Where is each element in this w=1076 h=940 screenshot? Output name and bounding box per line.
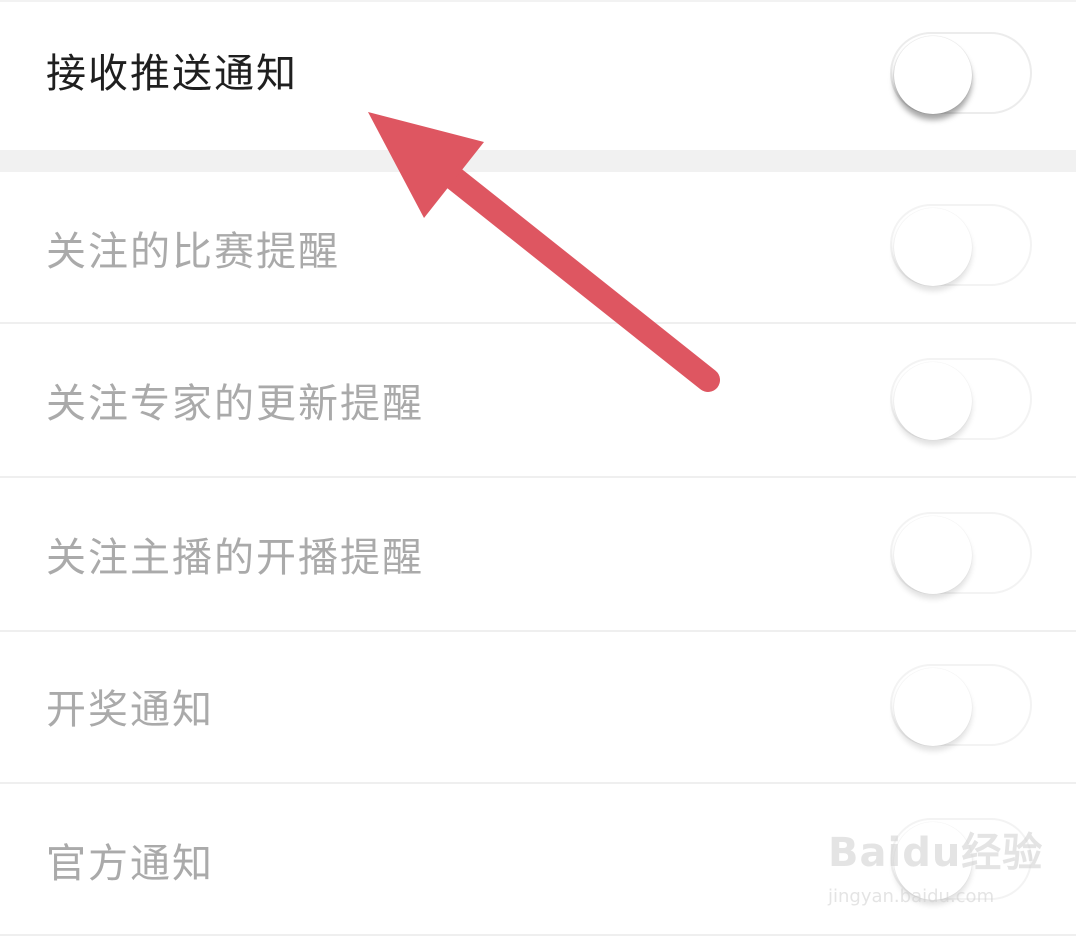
lottery-notification-toggle[interactable] <box>890 664 1032 746</box>
section-separator <box>0 150 1076 172</box>
receive-push-toggle[interactable] <box>890 32 1032 114</box>
receive-push-label: 接收推送通知 <box>46 51 298 97</box>
row-lottery-notification: 开奖通知 <box>0 632 1076 782</box>
row-match-reminder: 关注的比赛提醒 <box>0 172 1076 322</box>
expert-update-label: 关注专家的更新提醒 <box>46 381 424 427</box>
match-reminder-label: 关注的比赛提醒 <box>46 229 340 275</box>
toggle-knob <box>894 668 972 746</box>
row-official-notification: 官方通知 <box>0 784 1076 934</box>
official-notification-label: 官方通知 <box>46 841 214 887</box>
toggle-knob <box>894 822 972 900</box>
streamer-live-label: 关注主播的开播提醒 <box>46 535 424 581</box>
toggle-knob <box>894 36 972 114</box>
row-streamer-live-reminder: 关注主播的开播提醒 <box>0 478 1076 630</box>
streamer-live-toggle[interactable] <box>890 512 1032 594</box>
expert-update-toggle[interactable] <box>890 358 1032 440</box>
toggle-knob <box>894 208 972 286</box>
match-reminder-toggle[interactable] <box>890 204 1032 286</box>
row-divider <box>0 934 1076 936</box>
official-notification-toggle[interactable] <box>890 818 1032 900</box>
row-expert-update-reminder: 关注专家的更新提醒 <box>0 324 1076 476</box>
lottery-notification-label: 开奖通知 <box>46 687 214 733</box>
toggle-knob <box>894 516 972 594</box>
row-receive-push: 接收推送通知 <box>0 2 1076 150</box>
toggle-knob <box>894 362 972 440</box>
